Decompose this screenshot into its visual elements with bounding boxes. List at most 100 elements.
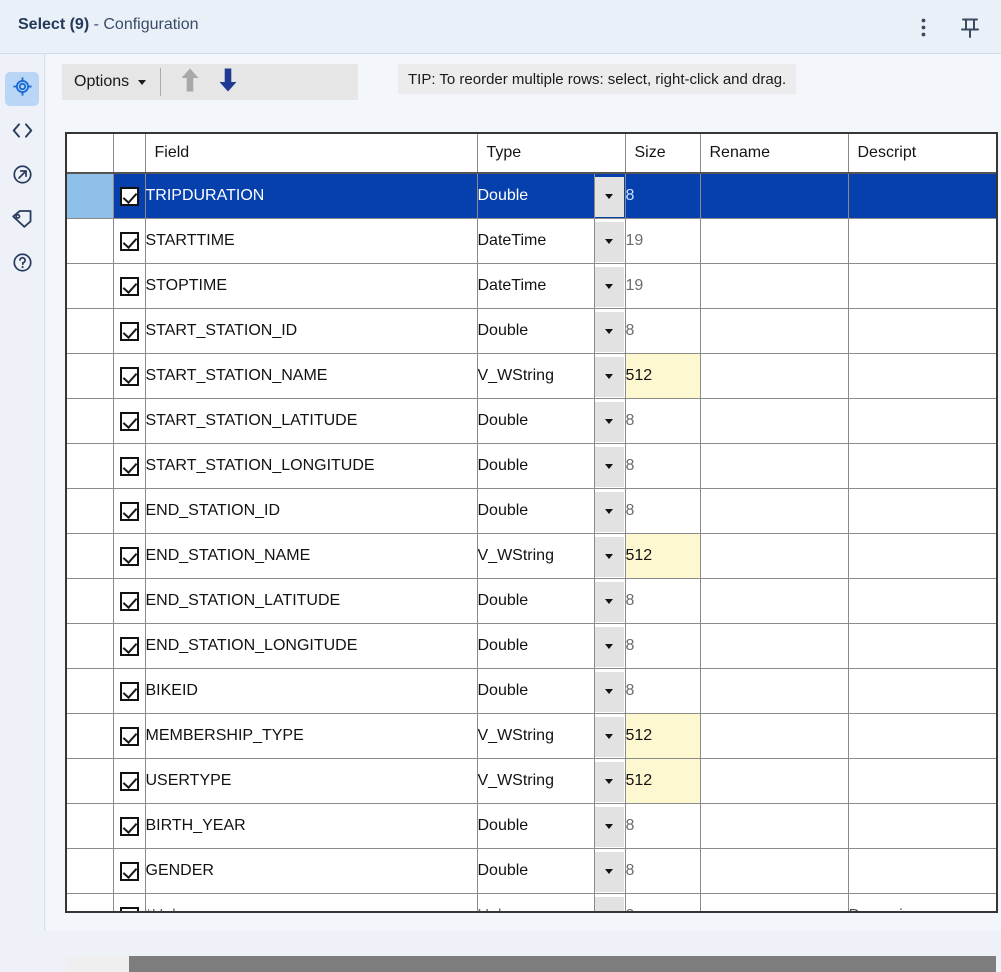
field-name-cell[interactable]: END_STATION_LATITUDE (145, 578, 478, 624)
field-type-dropdown-cell[interactable] (594, 218, 626, 264)
field-type-cell[interactable]: Double (477, 623, 595, 669)
field-type-cell[interactable]: Unknown (477, 893, 595, 911)
type-dropdown-button[interactable] (594, 761, 624, 802)
field-type-cell[interactable]: DateTime (477, 218, 595, 264)
field-description-cell[interactable] (848, 488, 996, 534)
field-size-cell[interactable]: 19 (625, 263, 701, 309)
field-type-dropdown-cell[interactable] (594, 308, 626, 354)
checkmark-icon[interactable] (119, 546, 139, 566)
table-row[interactable]: BIRTH_YEAR Double 8 (67, 803, 996, 849)
table-row[interactable]: START_STATION_NAME V_WString 512 (67, 353, 996, 399)
column-header-selector[interactable] (67, 134, 114, 174)
field-type-dropdown-cell[interactable] (594, 713, 626, 759)
field-type-cell[interactable]: DateTime (477, 263, 595, 309)
row-checkbox-cell[interactable] (113, 758, 146, 804)
row-checkbox-cell[interactable] (113, 353, 146, 399)
pin-icon[interactable] (955, 12, 985, 42)
row-checkbox-cell[interactable] (113, 848, 146, 894)
column-header-size[interactable]: Size (625, 134, 701, 174)
table-row[interactable]: START_STATION_LATITUDE Double 8 (67, 398, 996, 444)
row-checkbox-cell[interactable] (113, 713, 146, 759)
row-checkbox-cell[interactable] (113, 173, 146, 219)
table-row[interactable]: START_STATION_ID Double 8 (67, 308, 996, 354)
field-size-cell[interactable]: 8 (625, 443, 701, 489)
field-rename-cell[interactable] (700, 308, 849, 354)
field-name-cell[interactable]: MEMBERSHIP_TYPE (145, 713, 478, 759)
move-up-button[interactable] (171, 65, 209, 99)
field-rename-cell[interactable] (700, 533, 849, 579)
checkmark-icon[interactable] (119, 321, 139, 341)
type-dropdown-button[interactable] (594, 626, 624, 667)
sidebar-item-help[interactable] (5, 248, 39, 282)
checkmark-icon[interactable] (119, 861, 139, 881)
table-row[interactable]: START_STATION_LONGITUDE Double 8 (67, 443, 996, 489)
column-header-field[interactable]: Field (145, 134, 478, 174)
column-header-checkbox[interactable] (113, 134, 146, 174)
field-rename-cell[interactable] (700, 263, 849, 309)
field-type-cell[interactable]: Double (477, 443, 595, 489)
checkmark-icon[interactable] (119, 636, 139, 656)
field-size-cell[interactable]: 8 (625, 173, 701, 219)
row-selector-cell[interactable] (67, 713, 114, 759)
field-type-dropdown-cell[interactable] (594, 353, 626, 399)
field-rename-cell[interactable] (700, 668, 849, 714)
field-name-cell[interactable]: START_STATION_LATITUDE (145, 398, 478, 444)
field-type-dropdown-cell[interactable] (594, 173, 626, 219)
field-type-dropdown-cell[interactable] (594, 803, 626, 849)
row-checkbox-cell[interactable] (113, 443, 146, 489)
checkmark-icon[interactable] (119, 771, 139, 791)
column-header-type[interactable]: Type (477, 134, 594, 174)
table-row[interactable]: GENDER Double 8 (67, 848, 996, 894)
row-selector-cell[interactable] (67, 398, 114, 444)
table-row[interactable]: END_STATION_LATITUDE Double 8 (67, 578, 996, 624)
row-selector-cell[interactable] (67, 443, 114, 489)
field-size-cell[interactable]: 8 (625, 668, 701, 714)
field-rename-cell[interactable] (700, 713, 849, 759)
type-dropdown-button[interactable] (594, 221, 624, 262)
type-dropdown-button[interactable] (594, 356, 624, 397)
row-selector-cell[interactable] (67, 848, 114, 894)
field-description-cell[interactable] (848, 263, 996, 309)
more-vertical-icon[interactable] (908, 12, 938, 42)
sidebar-item-configuration[interactable] (5, 72, 39, 106)
field-name-cell[interactable]: GENDER (145, 848, 478, 894)
checkmark-icon[interactable] (119, 186, 139, 206)
field-name-cell[interactable]: START_STATION_ID (145, 308, 478, 354)
checkmark-icon[interactable] (119, 906, 139, 911)
field-rename-cell[interactable] (700, 578, 849, 624)
field-type-cell[interactable]: Double (477, 668, 595, 714)
field-type-cell[interactable]: V_WString (477, 758, 595, 804)
field-type-cell[interactable]: Double (477, 488, 595, 534)
row-checkbox-cell[interactable] (113, 488, 146, 534)
field-size-cell[interactable]: 512 (625, 353, 701, 399)
table-row[interactable]: TRIPDURATION Double 8 (67, 173, 996, 219)
row-selector-cell[interactable] (67, 218, 114, 264)
field-rename-cell[interactable] (700, 353, 849, 399)
row-selector-cell[interactable] (67, 668, 114, 714)
field-description-cell[interactable] (848, 173, 996, 219)
row-checkbox-cell[interactable] (113, 308, 146, 354)
field-name-cell[interactable]: BIRTH_YEAR (145, 803, 478, 849)
field-type-dropdown-cell[interactable] (594, 443, 626, 489)
sidebar-item-annotation[interactable] (5, 204, 39, 238)
field-type-dropdown-cell[interactable] (594, 758, 626, 804)
field-name-cell[interactable]: END_STATION_ID (145, 488, 478, 534)
type-dropdown-button[interactable] (594, 401, 624, 442)
field-rename-cell[interactable] (700, 398, 849, 444)
row-checkbox-cell[interactable] (113, 893, 146, 911)
row-checkbox-cell[interactable] (113, 578, 146, 624)
row-selector-cell[interactable] (67, 308, 114, 354)
row-selector-cell[interactable] (67, 488, 114, 534)
field-rename-cell[interactable] (700, 218, 849, 264)
field-type-cell[interactable]: Double (477, 308, 595, 354)
checkmark-icon[interactable] (119, 456, 139, 476)
type-dropdown-button[interactable] (594, 176, 624, 217)
table-row[interactable]: BIKEID Double 8 (67, 668, 996, 714)
field-description-cell[interactable] (848, 443, 996, 489)
field-description-cell[interactable] (848, 353, 996, 399)
field-description-cell[interactable] (848, 218, 996, 264)
row-selector-cell[interactable] (67, 263, 114, 309)
field-size-cell[interactable]: 0 (625, 893, 701, 911)
options-button[interactable]: Options (62, 64, 154, 100)
field-type-cell[interactable]: Double (477, 803, 595, 849)
